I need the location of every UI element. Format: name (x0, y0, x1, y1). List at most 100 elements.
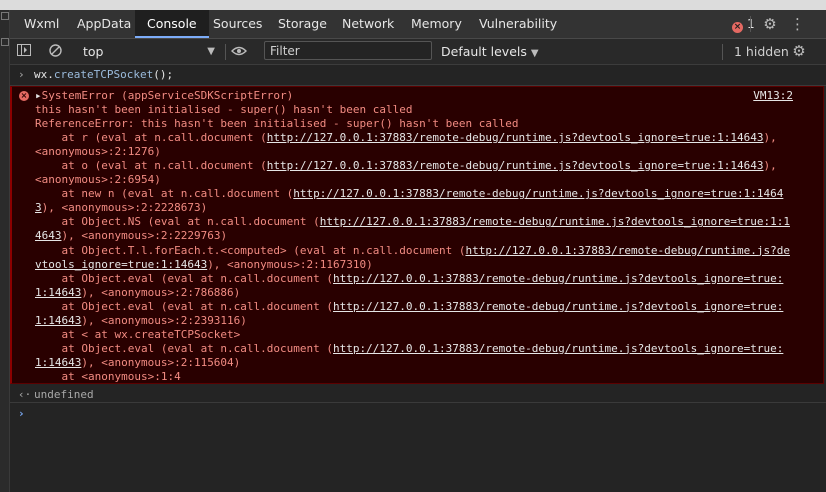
stack-text: ), <anonymous>:2:1167310) (207, 257, 373, 271)
filter-input[interactable] (264, 41, 432, 60)
stack-text: <anonymous>:2:1276) (35, 145, 161, 159)
stack-text: ), (763, 131, 777, 145)
error-icon: × (732, 22, 743, 33)
stack-text: at Object.eval (eval at n.call.document … (35, 299, 334, 313)
stack-line: 1:14643), <anonymous>:2:786886) (35, 286, 821, 300)
stack-text: at Object.T.l.forEach.t.<computed> (eval… (35, 243, 466, 257)
input-chevron-icon: › (18, 68, 25, 81)
stack-url-link[interactable]: http://127.0.0.1:37883/remote-debug/runt… (267, 159, 764, 172)
stack-text: at < at wx.createTCPSocket> (35, 327, 241, 341)
console-settings-gear-icon[interactable]: ⚙ (790, 39, 808, 64)
console-prompt[interactable]: › (10, 407, 826, 423)
stack-url-link[interactable]: http://127.0.0.1:37883/remote-debug/runt… (333, 300, 783, 313)
stack-text: ), <anonymous>:2:2393116) (81, 313, 247, 327)
stack-line: 3), <anonymous>:2:2228673) (35, 201, 821, 215)
result-row: ‹· undefined (10, 386, 826, 403)
stack-url-link[interactable]: 1:14643 (35, 356, 81, 369)
dropdown-arrow-icon: ▼ (530, 48, 539, 59)
stack-text: at Object.NS (eval at n.call.document ( (35, 215, 320, 229)
divider (225, 44, 226, 60)
stack-line: at Object.eval (eval at n.call.document … (35, 300, 821, 314)
left-edge-panel (0, 10, 10, 492)
stack-line: <anonymous>:2:6954) (35, 173, 821, 187)
divider (750, 16, 751, 32)
stack-line: at r (eval at n.call.document (http://12… (35, 131, 821, 145)
stack-line: at Object.T.l.forEach.t.<computed> (eval… (35, 244, 821, 258)
toggle-sidebar-icon[interactable] (16, 39, 32, 64)
stack-url-link[interactable]: vtools_ignore=true:1:14643 (35, 258, 207, 271)
stack-line: <anonymous>:2:1276) (35, 145, 821, 159)
stack-line: 1:14643), <anonymous>:2:115604) (35, 356, 821, 370)
stack-text: ), (763, 159, 777, 173)
stack-line: at Object.eval (eval at n.call.document … (35, 272, 821, 286)
tab-vulnerability[interactable]: Vulnerability (467, 10, 569, 38)
devtools-tab-bar: Wxml AppData Console Sources Storage Net… (10, 10, 826, 39)
error-message-block: × VM13:2 ▸SystemError (appServiceSDKScri… (10, 86, 824, 384)
log-levels-dropdown[interactable]: Default levels ▼ (441, 39, 539, 64)
tab-wxml[interactable]: Wxml (12, 10, 71, 38)
stack-text: <anonymous>:2:6954) (35, 173, 161, 187)
stack-line: 1:14643), <anonymous>:2:2393116) (35, 314, 821, 328)
stack-url-link[interactable]: 1:14643 (35, 314, 81, 327)
stack-line: at Object.eval (eval at n.call.document … (35, 342, 821, 356)
stack-text: at Object.eval (eval at n.call.document … (35, 341, 334, 355)
tab-storage[interactable]: Storage (266, 10, 339, 38)
live-expression-eye-icon[interactable] (229, 39, 249, 64)
settings-gear-icon[interactable]: ⚙ (760, 10, 780, 38)
stack-text: at new n (eval at n.call.document ( (35, 187, 294, 201)
stack-text: this hasn't been initialised - super() h… (35, 103, 413, 117)
tab-memory[interactable]: Memory (399, 10, 474, 38)
stack-text: ), <anonymous>:2:2228673) (41, 201, 208, 215)
stack-url-link[interactable]: http://127.0.0.1:37883/remote-debug/runt… (333, 272, 783, 285)
console-output[interactable]: › wx.createTCPSocket(); × VM13:2 ▸System… (10, 65, 826, 492)
stack-url-link[interactable]: http://127.0.0.1:37883/remote-debug/runt… (320, 215, 790, 228)
stack-url-link[interactable]: 4643 (35, 229, 62, 242)
window-title-strip (0, 0, 826, 10)
expand-triangle-icon[interactable]: ▸ (35, 89, 42, 102)
stack-text: at <anonymous>:1:4 (35, 369, 181, 383)
clear-console-icon[interactable] (47, 39, 63, 64)
stack-url-link[interactable]: 3 (35, 201, 42, 214)
error-text: ▸SystemError (appServiceSDKScriptError) t… (35, 89, 821, 384)
stack-line: at < at wx.createTCPSocket> (35, 328, 821, 342)
stack-url-link[interactable]: http://127.0.0.1:37883/remote-debug/runt… (267, 131, 764, 144)
stack-text: at r (eval at n.call.document ( (35, 131, 267, 145)
stack-url-link[interactable]: http://127.0.0.1:37883/remote-debug/runt… (293, 187, 783, 200)
error-icon: × (19, 91, 29, 101)
context-selector[interactable]: top ▼ (83, 39, 215, 64)
stack-url-link[interactable]: 1:14643 (35, 286, 81, 299)
stack-line: ReferenceError: this hasn't been initial… (35, 117, 821, 131)
command-text: wx.createTCPSocket(); (34, 68, 174, 81)
stack-text: ReferenceError: this hasn't been initial… (35, 117, 519, 131)
stack-line: vtools_ignore=true:1:14643), <anonymous>… (35, 258, 821, 272)
stack-text: at o (eval at n.call.document ( (35, 159, 267, 173)
result-value: undefined (34, 388, 94, 401)
stack-text: ), <anonymous>:2:786886) (81, 285, 241, 299)
edge-marker-icon (1, 12, 9, 20)
result-arrow-icon: ‹· (18, 388, 32, 401)
error-title: SystemError (appServiceSDKScriptError) (41, 89, 294, 102)
console-toolbar: top ▼ Default levels ▼ 1 hidden ⚙ (10, 39, 826, 65)
stack-text: ), <anonymous>:2:2229763) (61, 229, 228, 243)
levels-label: Default levels (441, 44, 527, 59)
stack-line: at Object.NS (eval at n.call.document (h… (35, 215, 821, 229)
context-value: top (83, 44, 104, 59)
stack-line: 4643), <anonymous>:2:2229763) (35, 229, 821, 243)
hidden-messages-count[interactable]: 1 hidden (734, 39, 789, 64)
dropdown-arrow-icon: ▼ (207, 46, 215, 57)
tab-console[interactable]: Console (135, 10, 209, 38)
tab-sources[interactable]: Sources (201, 10, 274, 38)
divider (722, 44, 723, 60)
more-options-icon[interactable]: ⋮ (790, 10, 805, 38)
stack-url-link[interactable]: http://127.0.0.1:37883/remote-debug/runt… (333, 342, 783, 355)
stack-line: at <anonymous>:1:4 (35, 370, 821, 384)
tab-appdata[interactable]: AppData (65, 10, 143, 38)
tab-network[interactable]: Network (330, 10, 406, 38)
stack-line: at new n (eval at n.call.document (http:… (35, 187, 821, 201)
stack-url-link[interactable]: http://127.0.0.1:37883/remote-debug/runt… (465, 244, 790, 257)
edge-marker-icon (1, 38, 9, 46)
console-command-row: › wx.createTCPSocket(); (10, 65, 826, 86)
error-count-badge[interactable]: ×1 (732, 17, 755, 33)
stack-text: ), <anonymous>:2:115604) (81, 355, 241, 369)
stack-text: at Object.eval (eval at n.call.document … (35, 271, 334, 285)
